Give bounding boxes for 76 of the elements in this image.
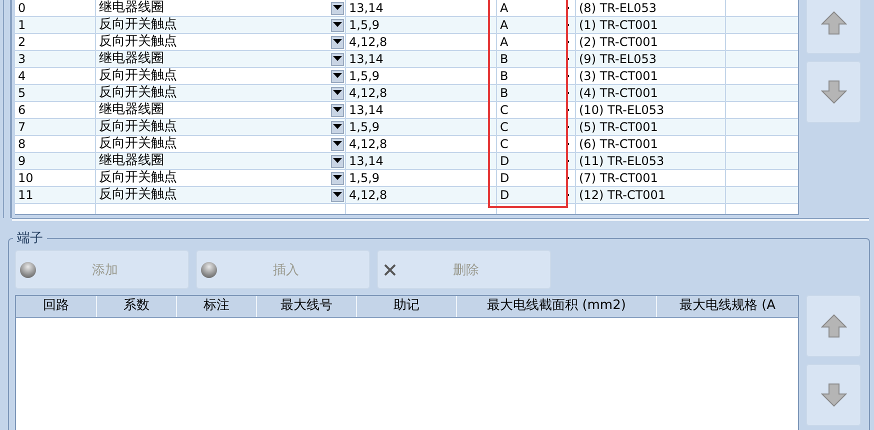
table-cell: (11) TR-EL053 xyxy=(579,154,664,168)
table-cell: A xyxy=(500,18,508,32)
table-cell: 1 xyxy=(18,18,26,32)
table-cell: 反向开关触点 xyxy=(99,35,177,49)
table-cell: D xyxy=(500,188,510,202)
table-cell: (10) TR-EL053 xyxy=(579,103,664,117)
table-cell: B xyxy=(500,69,508,83)
sphere-icon xyxy=(20,262,36,278)
move-up-button[interactable] xyxy=(806,0,861,54)
table-cell: (4) TR-CT001 xyxy=(579,86,658,100)
table-cell: 反向开关触点 xyxy=(99,86,177,100)
table-cell: 1,5,9 xyxy=(349,120,380,134)
table-cell: 1,5,9 xyxy=(349,171,380,185)
table-cell: 10 xyxy=(18,171,34,185)
table-cell: (1) TR-CT001 xyxy=(579,18,658,32)
close-icon xyxy=(384,264,396,276)
up-arrow-icon xyxy=(820,314,846,338)
sphere-icon xyxy=(201,262,217,278)
table-cell: (5) TR-CT001 xyxy=(579,120,658,134)
table-cell: A xyxy=(500,35,508,49)
up-arrow-icon xyxy=(820,11,846,35)
column-header[interactable]: 最大电线截面积 (mm2) xyxy=(457,296,657,317)
table-cell: 13,14 xyxy=(349,154,384,168)
table-cell: 反向开关触点 xyxy=(99,171,177,185)
down-arrow-icon xyxy=(820,383,846,407)
table-cell: B xyxy=(500,86,508,100)
table-cell: 11 xyxy=(18,188,34,202)
table-cell: 6 xyxy=(18,103,26,117)
column-header[interactable]: 最大电线规格 (A xyxy=(657,296,798,317)
column-header[interactable]: 系数 xyxy=(97,296,177,317)
table-cell: C xyxy=(500,137,508,151)
column-header[interactable]: 助记 xyxy=(357,296,457,317)
table-cell: 5 xyxy=(18,86,26,100)
table-cell: 反向开关触点 xyxy=(99,137,177,151)
table-cell: B xyxy=(500,52,508,66)
table-cell: 4,12,8 xyxy=(349,86,388,100)
table-cell: (2) TR-CT001 xyxy=(579,35,658,49)
column-header[interactable]: 最大线号 xyxy=(257,296,357,317)
table-cell: 继电器线圈 xyxy=(99,1,164,15)
table-cell: (12) TR-CT001 xyxy=(579,188,666,202)
table-cell: 继电器线圈 xyxy=(99,52,164,66)
table-cell: 4,12,8 xyxy=(349,188,388,202)
table-cell: 7 xyxy=(18,120,26,134)
column-header[interactable]: 回路 xyxy=(16,296,97,317)
table-cell: 13,14 xyxy=(349,103,384,117)
table-cell: 1,5,9 xyxy=(349,18,380,32)
table-cell: (6) TR-CT001 xyxy=(579,137,658,151)
table-cell: 13,14 xyxy=(349,52,384,66)
table-cell: (3) TR-CT001 xyxy=(579,69,658,83)
table-cell: D xyxy=(500,154,510,168)
table-cell: D xyxy=(500,171,510,185)
table-cell: 0 xyxy=(18,1,26,15)
table-cell: (9) TR-EL053 xyxy=(579,52,656,66)
table-cell: 2 xyxy=(18,35,26,49)
table-cell: 反向开关触点 xyxy=(99,120,177,134)
table-cell: 反向开关触点 xyxy=(99,69,177,83)
table-cell: 反向开关触点 xyxy=(99,188,177,202)
table-cell: C xyxy=(500,120,508,134)
table-cell: 3 xyxy=(18,52,26,66)
table-cell: 1,5,9 xyxy=(349,69,380,83)
table-cell: 8 xyxy=(18,137,26,151)
table-cell: 13,14 xyxy=(349,1,384,15)
table-cell: 继电器线圈 xyxy=(99,154,164,168)
table-cell: 4,12,8 xyxy=(349,35,388,49)
table-cell: 继电器线圈 xyxy=(99,103,164,117)
group-title: 端子 xyxy=(16,230,44,247)
table-cell: 反向开关触点 xyxy=(99,18,177,32)
column-header[interactable]: 标注 xyxy=(177,296,257,317)
table-cell: (7) TR-CT001 xyxy=(579,171,658,185)
table-cell: C xyxy=(500,103,508,117)
table-cell: 4,12,8 xyxy=(349,137,388,151)
table-cell: 9 xyxy=(18,154,26,168)
table-cell: A xyxy=(500,1,508,15)
table-cell: (8) TR-EL053 xyxy=(579,1,656,15)
down-arrow-icon xyxy=(820,80,846,104)
table-cell: 4 xyxy=(18,69,26,83)
